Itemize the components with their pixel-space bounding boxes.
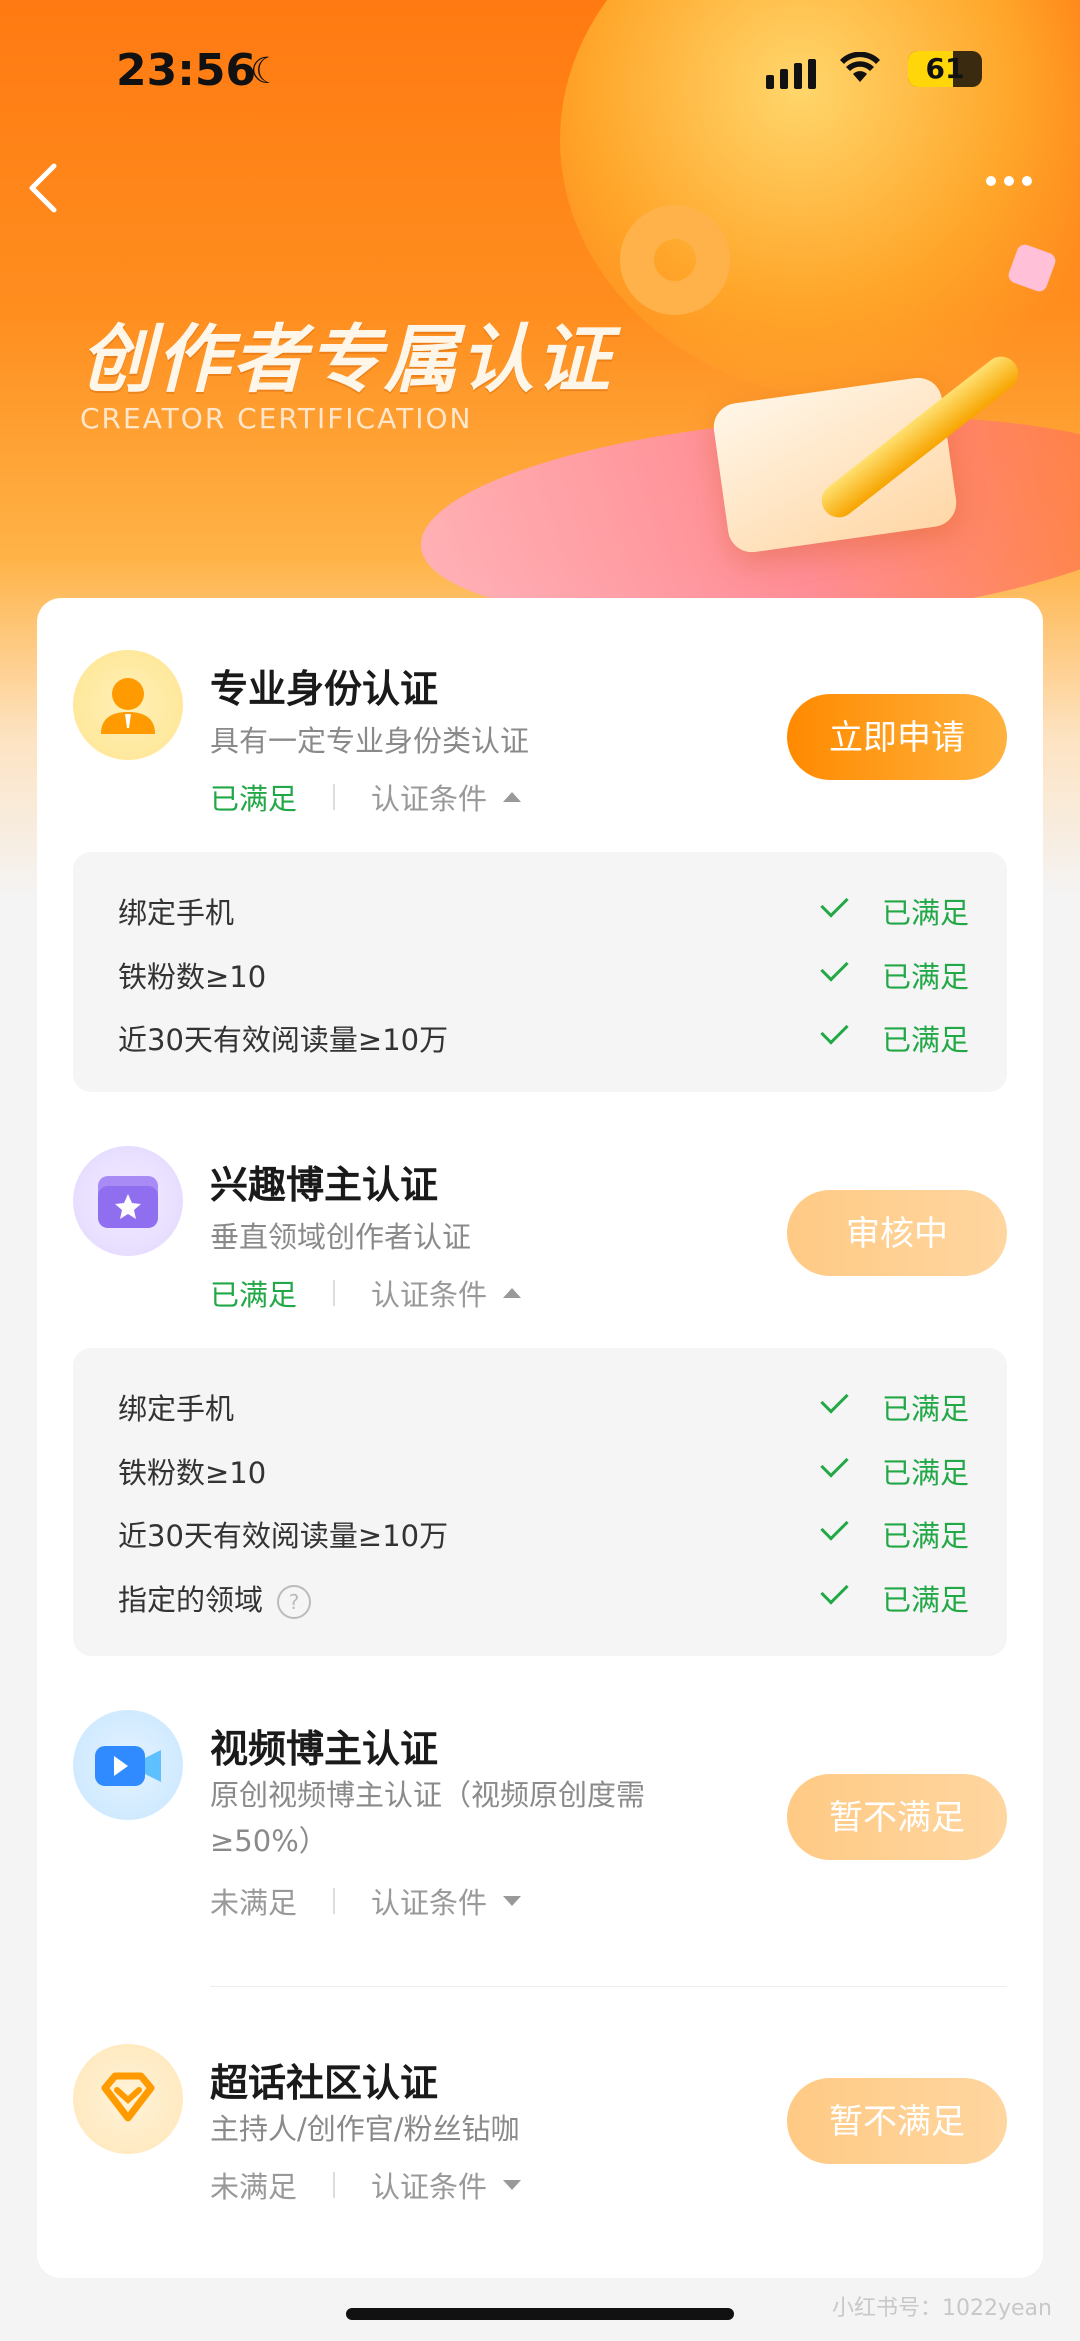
check-icon xyxy=(820,1385,849,1414)
conditions-toggle[interactable]: 认证条件 xyxy=(371,2164,487,2206)
star-folder-icon xyxy=(73,1146,183,1256)
cert-desc: 原创视频博主认证（视频原创度需≥50%） xyxy=(210,1778,646,1858)
condition-state: 已满足 xyxy=(881,1456,969,1490)
cert-status: 已满足 xyxy=(210,782,298,816)
conditions-toggle[interactable]: 认证条件 xyxy=(371,1272,487,1314)
condition-state: 已满足 xyxy=(881,1519,969,1553)
cert-desc: 垂直领域创作者认证 xyxy=(210,1220,472,1254)
diamond-icon xyxy=(73,2044,183,2154)
condition-name: 近30天有效阅读量≥10万 xyxy=(118,1023,449,1057)
cert-title: 专业身份认证 xyxy=(210,667,439,711)
cert-desc: 主持人/创作官/粉丝钻咖 xyxy=(210,2112,520,2146)
condition-row: 铁粉数≥10 已满足 xyxy=(118,953,969,994)
condition-name: 绑定手机 xyxy=(118,1392,235,1426)
conditions-toggle[interactable]: 认证条件 xyxy=(371,1880,487,1922)
home-indicator[interactable] xyxy=(346,2308,734,2320)
check-icon xyxy=(820,1576,849,1605)
condition-row: 绑定手机 已满足 xyxy=(118,889,969,930)
certification-card: 专业身份认证 具有一定专业身份类认证 已满足 认证条件 立即申请 绑定手机 已满… xyxy=(37,598,1043,2278)
divider xyxy=(333,1280,336,1306)
cert-status: 未满足 xyxy=(210,2170,298,2204)
dot-icon xyxy=(1004,176,1014,186)
section-divider xyxy=(210,1986,1007,1987)
condition-state: 已满足 xyxy=(881,1023,969,1057)
condition-name: 绑定手机 xyxy=(118,896,235,930)
conditions-panel: 绑定手机 已满足 铁粉数≥10 已满足 近30天有效阅读量≥10万 已满足 xyxy=(73,852,1007,1092)
condition-row: 指定的领域? 已满足 xyxy=(118,1576,969,1619)
divider xyxy=(333,2172,336,2198)
page-title: 创作者专属认证 xyxy=(80,317,612,403)
condition-state: 已满足 xyxy=(881,960,969,994)
dot-icon xyxy=(1022,176,1032,186)
check-icon xyxy=(820,1512,849,1541)
apply-button[interactable]: 立即申请 xyxy=(787,694,1007,780)
help-icon[interactable]: ? xyxy=(277,1585,312,1619)
condition-state: 已满足 xyxy=(881,1583,969,1617)
hero-paper-illustration xyxy=(710,374,960,556)
condition-name: 近30天有效阅读量≥10万 xyxy=(118,1519,449,1553)
check-icon xyxy=(820,953,849,982)
watermark: 小红书号：1022yean xyxy=(832,2296,1052,2321)
cert-status-row: 已满足 认证条件 xyxy=(210,1272,522,1314)
battery-percent: 61 xyxy=(925,52,965,85)
condition-state: 已满足 xyxy=(881,896,969,930)
page-subtitle: CREATOR CERTIFICATION xyxy=(80,402,473,435)
condition-row: 绑定手机 已满足 xyxy=(118,1385,969,1426)
conditions-toggle[interactable]: 认证条件 xyxy=(371,776,487,818)
video-camera-icon xyxy=(73,1710,183,1820)
divider xyxy=(333,784,336,810)
cert-status-row: 已满足 认证条件 xyxy=(210,776,522,818)
wifi-icon xyxy=(840,49,880,93)
cert-status: 未满足 xyxy=(210,1886,298,1920)
caret-down-icon[interactable] xyxy=(503,2180,522,2190)
condition-state: 已满足 xyxy=(881,1392,969,1426)
not-eligible-button[interactable]: 暂不满足 xyxy=(787,2078,1007,2164)
person-badge-icon xyxy=(73,650,183,760)
condition-name: 指定的领域 xyxy=(118,1583,264,1617)
battery-icon: 61 xyxy=(908,51,982,87)
dot-icon xyxy=(986,176,996,186)
status-time: 23:56 xyxy=(116,45,257,96)
more-options-button[interactable] xyxy=(986,176,1032,186)
cert-status-row: 未满足 认证条件 xyxy=(210,1880,522,1922)
cert-title: 超话社区认证 xyxy=(210,2061,439,2105)
check-icon xyxy=(820,889,849,918)
cert-status-row: 未满足 认证条件 xyxy=(210,2164,522,2206)
condition-name-wrap: 指定的领域? xyxy=(118,1577,312,1619)
check-icon xyxy=(820,1016,849,1045)
moon-icon: ☾ xyxy=(250,51,283,92)
cert-title: 兴趣博主认证 xyxy=(210,1163,439,1207)
caret-up-icon[interactable] xyxy=(503,1288,522,1298)
condition-row: 近30天有效阅读量≥10万 已满足 xyxy=(118,1016,969,1057)
condition-row: 铁粉数≥10 已满足 xyxy=(118,1449,969,1490)
cert-desc: 具有一定专业身份类认证 xyxy=(210,724,530,758)
cert-status: 已满足 xyxy=(210,1278,298,1312)
cert-title: 视频博主认证 xyxy=(210,1727,439,1771)
conditions-panel: 绑定手机 已满足 铁粉数≥10 已满足 近30天有效阅读量≥10万 已满足 指定… xyxy=(73,1348,1007,1656)
condition-name: 铁粉数≥10 xyxy=(118,960,267,994)
check-icon xyxy=(820,1449,849,1478)
reviewing-button[interactable]: 审核中 xyxy=(787,1190,1007,1276)
back-button[interactable] xyxy=(24,160,64,216)
cellular-signal-icon xyxy=(766,59,816,89)
status-bar: 23:56 ☾ 61 xyxy=(0,45,1080,105)
not-eligible-button[interactable]: 暂不满足 xyxy=(787,1774,1007,1860)
caret-down-icon[interactable] xyxy=(503,1896,522,1906)
caret-up-icon[interactable] xyxy=(503,792,522,802)
condition-row: 近30天有效阅读量≥10万 已满足 xyxy=(118,1512,969,1553)
condition-name: 铁粉数≥10 xyxy=(118,1456,267,1490)
divider xyxy=(333,1888,336,1914)
chevron-left-icon xyxy=(29,163,57,213)
